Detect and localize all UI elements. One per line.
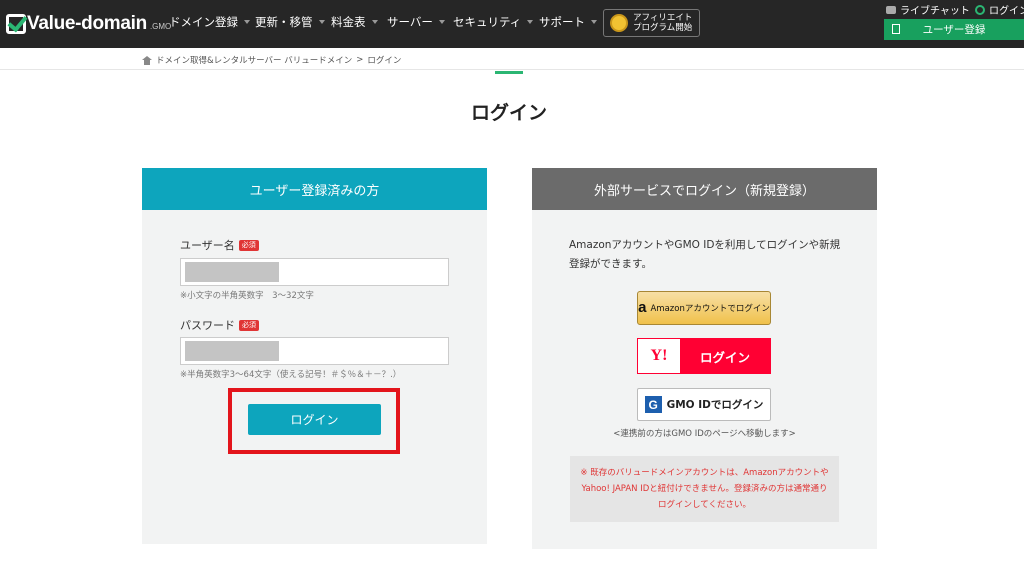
user-registration-button[interactable]: ユーザー登録	[884, 19, 1024, 40]
nav-security[interactable]: セキュリティ	[453, 14, 534, 30]
amazon-icon: a	[638, 298, 647, 316]
logo-text: Value-domain	[27, 13, 147, 34]
caret-down-icon	[371, 20, 378, 24]
username-hint: ※小文字の半角英数字 3〜32文字	[180, 291, 314, 301]
amazon-login-button[interactable]: a Amazonアカウントでログイン	[637, 291, 771, 325]
header-divider	[0, 69, 1024, 70]
affiliate-program-button[interactable]: アフィリエイト プログラム開始	[603, 9, 700, 37]
nav-label: ドメイン登録	[169, 15, 238, 29]
gmo-id-login-button[interactable]: G GMO IDでログイン	[637, 388, 771, 421]
yahoo-login-label: ログイン	[680, 339, 770, 373]
page-title: ログイン	[470, 102, 547, 124]
nav-label: サーバー	[387, 15, 433, 29]
gmo-icon: G	[644, 396, 662, 413]
title-accent-bar	[495, 71, 523, 74]
gmo-login-label: GMO IDでログイン	[666, 399, 764, 411]
chat-icon	[886, 5, 896, 14]
coin-icon	[610, 14, 628, 32]
live-chat-link[interactable]: ライブチャット	[886, 2, 970, 17]
nav-server[interactable]: サーバー	[387, 14, 445, 30]
external-login-panel: 外部サービスでログイン（新規登録） AmazonアカウントやGMO IDを利用し…	[532, 168, 877, 549]
required-badge: 必須	[238, 239, 259, 251]
username-label-text: ユーザー名	[180, 239, 235, 252]
registered-user-heading: ユーザー登録済みの方	[142, 168, 487, 210]
password-label: パスワード 必須	[180, 317, 259, 333]
required-badge: 必須	[239, 319, 259, 331]
password-label-text: パスワード	[180, 319, 235, 332]
yahoo-login-button[interactable]: Y! ログイン	[637, 338, 771, 374]
caret-down-icon	[244, 20, 250, 24]
username-redacted-value	[185, 262, 279, 282]
nav-label: セキュリティ	[453, 15, 522, 29]
header-login-label: ログイン	[989, 6, 1024, 17]
external-login-description: AmazonアカウントやGMO IDを利用してログインや新規登録ができます。	[569, 239, 841, 270]
top-navigation-bar: Value-domain .GMO ドメイン登録 更新・移管 料金表 サーバー …	[0, 0, 1024, 48]
live-chat-label: ライブチャット	[900, 6, 970, 17]
document-icon	[892, 24, 900, 34]
login-icon	[975, 4, 985, 15]
nav-label: 更新・移管	[255, 15, 313, 29]
username-input[interactable]	[180, 258, 449, 286]
header-login-link[interactable]: ログイン	[975, 2, 1024, 17]
caret-down-icon	[318, 20, 325, 24]
registered-user-login-panel: ユーザー登録済みの方 ユーザー名 必須 ※小文字の半角英数字 3〜32文字 パス…	[142, 168, 487, 544]
nav-support[interactable]: サポート	[539, 14, 597, 30]
nav-pricing[interactable]: 料金表	[331, 14, 378, 30]
password-input[interactable]	[180, 337, 449, 365]
nav-label: 料金表	[331, 15, 366, 29]
yahoo-logo-icon: Y!	[650, 347, 668, 364]
breadcrumb-separator: >	[356, 55, 364, 65]
username-label: ユーザー名 必須	[180, 237, 259, 253]
account-link-notice: ※ 既存のバリュードメインアカウントは、AmazonアカウントやYahoo! J…	[570, 456, 839, 522]
password-redacted-value	[185, 341, 279, 361]
password-hint: ※半角英数字3〜64文字（使える記号！＃＄％＆＋－？.）	[180, 370, 402, 380]
value-domain-logo[interactable]: Value-domain .GMO	[6, 10, 171, 36]
affiliate-label: アフィリエイト プログラム開始	[633, 13, 692, 33]
breadcrumb: ドメイン取得&レンタルサーバー バリュードメイン > ログイン	[142, 54, 401, 66]
affiliate-line1: アフィリエイト	[633, 13, 693, 23]
gmo-id-note: <連携前の方はGMO IDのページへ移動します>	[613, 429, 796, 439]
home-icon	[142, 55, 152, 65]
caret-down-icon	[438, 20, 445, 24]
checkmark-logo-icon	[6, 14, 26, 34]
breadcrumb-home-link[interactable]: ドメイン取得&レンタルサーバー バリュードメイン	[156, 54, 352, 66]
breadcrumb-current: ログイン	[367, 56, 402, 66]
external-login-heading: 外部サービスでログイン（新規登録）	[532, 168, 877, 210]
nav-domain-registration[interactable]: ドメイン登録	[169, 14, 250, 30]
caret-down-icon	[591, 20, 597, 24]
user-registration-label: ユーザー登録	[922, 24, 986, 36]
nav-label: サポート	[539, 15, 585, 29]
amazon-login-label: Amazonアカウントでログイン	[650, 304, 770, 314]
login-submit-button[interactable]: ログイン	[248, 404, 381, 435]
caret-down-icon	[527, 20, 534, 24]
affiliate-line2: プログラム開始	[633, 23, 693, 33]
nav-renewal-transfer[interactable]: 更新・移管	[255, 14, 325, 30]
